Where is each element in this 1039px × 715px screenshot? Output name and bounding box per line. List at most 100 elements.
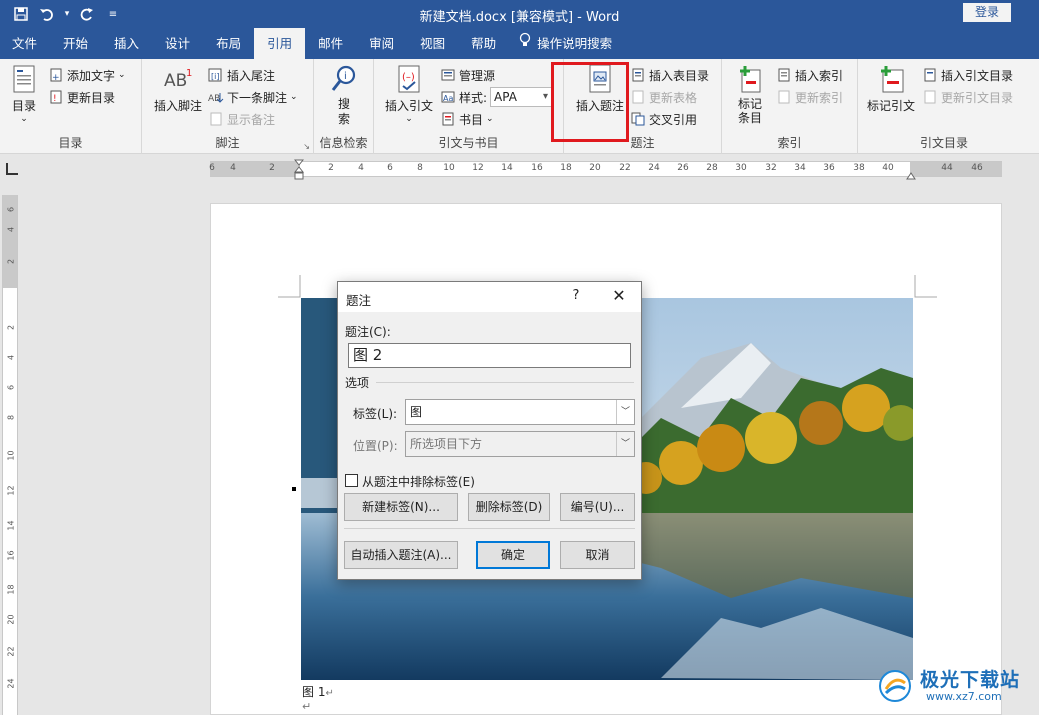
vertical-ruler[interactable]: 6 4 2 2 4 6 8 10 12 14 16 18 20 22 24 [2, 195, 18, 715]
right-indent-marker-icon[interactable] [906, 169, 916, 180]
bibliography-button[interactable]: 书目 ⌄ [440, 109, 494, 129]
tab-layout[interactable]: 布局 [203, 28, 254, 59]
tab-selector-icon[interactable] [6, 163, 18, 175]
show-notes-button[interactable]: 显示备注 [208, 109, 275, 129]
manage-sources-icon [440, 67, 456, 83]
autocaption-button[interactable]: 自动插入题注(A)... [344, 541, 458, 569]
delete-label-button[interactable]: 删除标签(D) [468, 493, 550, 521]
group-label-footnotes: 脚注 [215, 136, 240, 150]
svg-text:(–): (–) [402, 72, 415, 83]
cross-reference-icon [630, 111, 646, 127]
document-caption[interactable]: 图 1↵ [302, 683, 334, 700]
ruler-tick-label: 4 [230, 163, 236, 173]
insert-table-of-figures-button[interactable]: 插入表目录 [630, 65, 709, 85]
new-label-button[interactable]: 新建标签(N)... [344, 493, 458, 521]
tab-review[interactable]: 审阅 [356, 28, 407, 59]
ok-button[interactable]: 确定 [476, 541, 550, 569]
ruler-tick-label: 32 [765, 163, 777, 173]
chevron-down-icon: ⌄ [486, 114, 494, 124]
insert-toa-icon [922, 67, 938, 83]
crop-mark-icon [914, 275, 937, 298]
mark-citation-button[interactable]: 标记引文 [864, 63, 918, 114]
mark-citation-icon [875, 63, 907, 95]
group-toc: 目录 ⌄ + 添加文字 ⌄ ! 更新目录 目录 [0, 59, 142, 154]
insert-index-button[interactable]: 插入索引 [776, 65, 843, 85]
show-notes-icon [208, 111, 224, 127]
update-table-icon [630, 89, 646, 105]
tab-help[interactable]: 帮助 [458, 28, 509, 59]
ruler-tick-label: 20 [6, 614, 16, 625]
indent-marker-icon[interactable] [293, 159, 305, 181]
svg-text:+: + [52, 73, 60, 82]
ruler-tick-label: 14 [501, 163, 513, 173]
insert-index-label: 插入索引 [795, 68, 844, 83]
ruler-tick-label: 14 [6, 520, 16, 531]
position-field-label: 位置(P): [353, 439, 398, 453]
insert-footnote-button[interactable]: AB 1 插入脚注 [150, 63, 206, 114]
watermark-logo-icon [879, 670, 911, 702]
caption-input[interactable]: 图 2 [348, 343, 631, 368]
exclude-label-checkbox[interactable] [345, 474, 358, 487]
footnote-icon: AB 1 [162, 63, 194, 95]
ruler-tick-label: 12 [472, 163, 484, 173]
window-title: 新建文档.docx [兼容模式] - Word [419, 10, 620, 25]
cross-reference-button[interactable]: 交叉引用 [630, 109, 697, 129]
caption-field-label: 题注(C): [345, 325, 391, 339]
dialog-title-bar[interactable]: 题注 ? ✕ [338, 282, 641, 312]
ruler-tick-label: 2 [6, 324, 16, 331]
mark-entry-button[interactable]: 标记 条目 [728, 63, 772, 125]
tab-design[interactable]: 设计 [152, 28, 203, 59]
tab-home[interactable]: 开始 [50, 28, 101, 59]
insert-table-of-figures-label: 插入表目录 [649, 68, 710, 83]
position-select-value: 所选项目下方 [410, 437, 483, 451]
add-text-button[interactable]: + 添加文字 ⌄ [48, 65, 126, 85]
group-research: i 搜索 信息检索 [314, 59, 374, 154]
group-label-index: 索引 [777, 136, 802, 150]
next-footnote-label: 下一条脚注 [227, 90, 288, 105]
tab-file[interactable]: 文件 [0, 28, 50, 59]
close-icon[interactable]: ✕ [610, 286, 628, 305]
show-notes-label: 显示备注 [227, 112, 276, 127]
options-label: 选项 [345, 376, 370, 390]
tell-me-search[interactable]: 操作说明搜索 [509, 28, 625, 59]
search-button[interactable]: i 搜索 [326, 63, 362, 127]
update-table-button[interactable]: 更新表格 [630, 87, 697, 107]
mark-entry-icon [734, 63, 766, 95]
update-index-icon [776, 89, 792, 105]
group-label-toc: 目录 [58, 136, 83, 150]
anchor-mark [292, 487, 296, 491]
tab-insert[interactable]: 插入 [101, 28, 152, 59]
update-toc-button[interactable]: ! 更新目录 [48, 87, 115, 107]
chevron-down-icon: ⌄ [405, 114, 413, 124]
insert-citation-label: 插入引文 [384, 99, 433, 113]
citation-style-select[interactable]: APA [490, 87, 553, 107]
insert-endnote-button[interactable]: [i] 插入尾注 [208, 65, 275, 85]
cancel-button[interactable]: 取消 [560, 541, 635, 569]
dialog-title: 题注 [346, 293, 372, 308]
manage-sources-button[interactable]: 管理源 [440, 65, 495, 85]
tab-references[interactable]: 引用 [254, 28, 306, 59]
label-select[interactable]: 图 ﹀ [405, 399, 635, 425]
paragraph-mark: ↵ [325, 688, 334, 699]
caption-dialog: 题注 ? ✕ 题注(C): 图 2 选项 标签(L): 图 ﹀ 位置(P): 所… [337, 281, 642, 580]
tab-view[interactable]: 视图 [407, 28, 458, 59]
login-button[interactable]: 登录 [963, 3, 1011, 22]
svg-text:AB: AB [164, 71, 187, 91]
update-toa-button[interactable]: 更新引文目录 [922, 87, 1013, 107]
dialog-launcher-icon[interactable]: ↘ [303, 142, 310, 151]
ruler-tick-label: 4 [6, 354, 16, 361]
ruler-tick-label: 44 [941, 163, 953, 173]
insert-citation-button[interactable]: (–) 插入引文 ⌄ [382, 63, 436, 124]
position-select[interactable]: 所选项目下方 ﹀ [405, 431, 635, 457]
next-footnote-button[interactable]: AB 下一条脚注 ⌄ [208, 87, 298, 107]
ruler-tick-label: 46 [971, 163, 983, 173]
ruler-tick-label: 30 [735, 163, 747, 173]
help-button[interactable]: ? [568, 288, 584, 303]
update-toc-icon: ! [48, 89, 64, 105]
tab-mailings[interactable]: 邮件 [305, 28, 356, 59]
toc-button[interactable]: 目录 ⌄ [6, 63, 42, 124]
insert-toa-button[interactable]: 插入引文目录 [922, 65, 1013, 85]
update-index-button[interactable]: 更新索引 [776, 87, 843, 107]
horizontal-ruler[interactable]: 6 4 2 2 4 6 8 10 12 14 16 18 20 22 24 26 28 30 32 34 36 38 40 4… [209, 161, 1002, 177]
numbering-button[interactable]: 编号(U)... [560, 493, 635, 521]
